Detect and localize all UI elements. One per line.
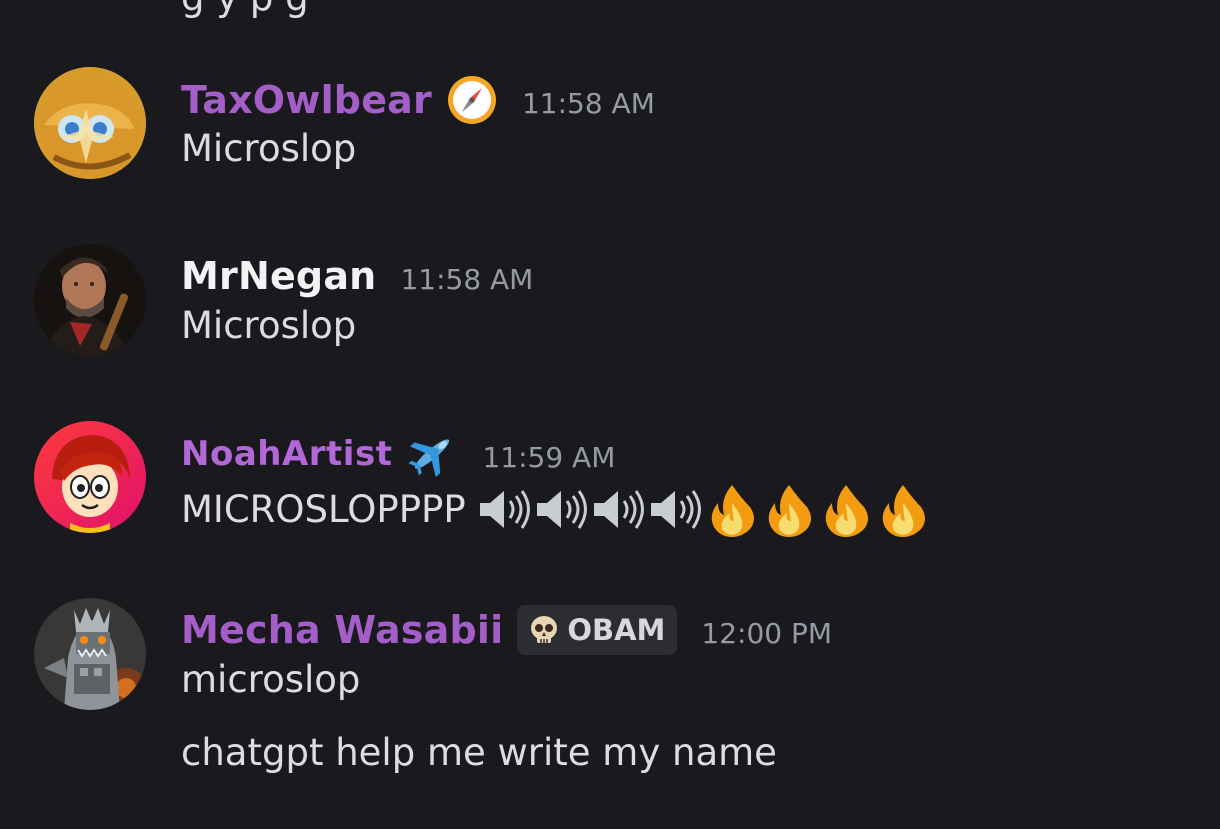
server-tag-label: OBAM <box>567 613 666 647</box>
message-body: MICROSLOPPPP <box>181 481 932 538</box>
emoji-row <box>476 481 932 538</box>
compass-icon <box>446 74 498 126</box>
timestamp: 11:58 AM <box>521 86 655 120</box>
speaker-icon <box>590 481 647 538</box>
chat-messages: g y p g TaxOwlbear <box>0 0 1220 829</box>
username[interactable]: MrNegan <box>181 254 376 298</box>
message-text: MICROSLOPPPP <box>181 488 466 531</box>
fire-icon <box>761 481 818 538</box>
username[interactable]: NoahArtist <box>181 434 392 474</box>
server-tag[interactable]: OBAM <box>517 605 678 655</box>
speaker-icon <box>647 481 704 538</box>
avatar[interactable] <box>34 421 146 533</box>
avatar[interactable] <box>34 598 146 710</box>
message-text: Microslop <box>181 127 357 170</box>
cutoff-message-text: g y p g <box>181 0 309 19</box>
timestamp: 11:59 AM <box>482 440 616 474</box>
airplane-icon <box>406 428 458 480</box>
fire-icon <box>875 481 932 538</box>
avatar[interactable] <box>34 244 146 356</box>
timestamp: 12:00 PM <box>701 616 833 650</box>
message-text: chatgpt help me write my name <box>181 731 777 774</box>
speaker-icon <box>533 481 590 538</box>
speaker-icon <box>476 481 533 538</box>
username[interactable]: Mecha Wasabii <box>181 608 503 652</box>
fire-icon <box>818 481 875 538</box>
timestamp: 11:58 AM <box>400 262 534 296</box>
avatar[interactable] <box>34 67 146 179</box>
message-text: microslop <box>181 658 361 701</box>
message-text: Microslop <box>181 304 357 347</box>
username[interactable]: TaxOwlbear <box>181 78 432 122</box>
fire-icon <box>704 481 761 538</box>
skull-icon <box>527 613 561 647</box>
